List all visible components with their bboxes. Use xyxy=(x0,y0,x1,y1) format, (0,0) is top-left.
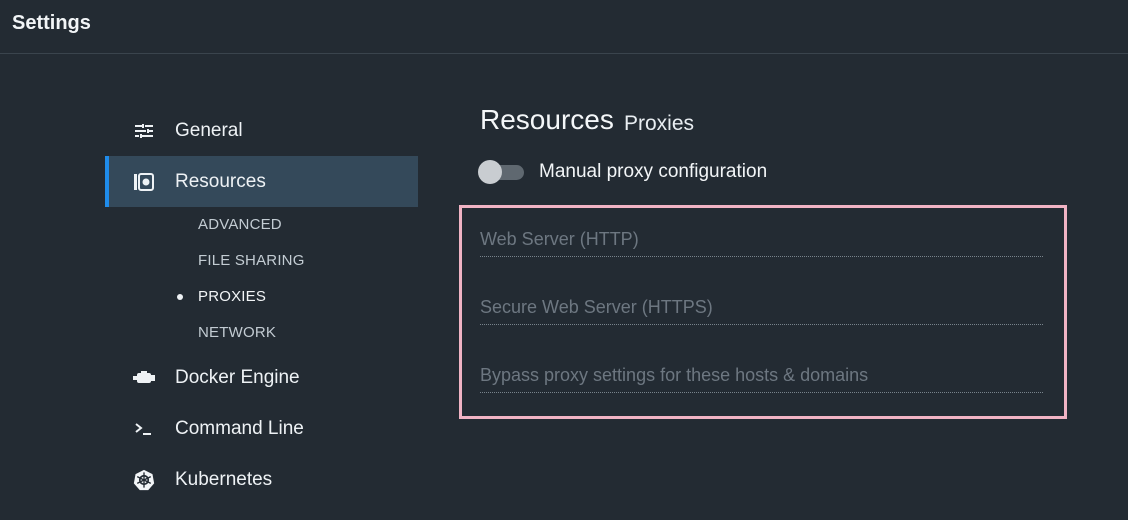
subnav-item-advanced[interactable]: ADVANCED xyxy=(198,216,282,233)
toggle-knob xyxy=(478,160,502,184)
terminal-icon xyxy=(133,418,155,440)
docker-engine-icon xyxy=(133,367,155,389)
resources-icon xyxy=(133,171,155,193)
window-title: Settings xyxy=(12,12,91,34)
https-proxy-field xyxy=(480,291,1043,325)
subnav-item-proxies[interactable]: PROXIES xyxy=(198,288,266,305)
selected-bullet-icon xyxy=(177,294,183,300)
page-title: Resources xyxy=(480,104,614,135)
sidebar-item-kubernetes[interactable]: Kubernetes xyxy=(105,454,418,505)
sidebar-item-command-line[interactable]: Command Line xyxy=(105,403,418,454)
sliders-icon xyxy=(133,120,155,142)
sidebar-item-label: Resources xyxy=(175,170,266,192)
manual-proxy-toggle[interactable] xyxy=(478,160,524,184)
kubernetes-helm-icon xyxy=(133,469,155,491)
sidebar-item-label: General xyxy=(175,119,243,141)
bypass-proxy-input[interactable] xyxy=(480,359,1043,392)
sidebar-item-label: Kubernetes xyxy=(175,468,273,490)
sidebar-item-docker-engine[interactable]: Docker Engine xyxy=(105,352,418,403)
manual-proxy-label: Manual proxy configuration xyxy=(539,161,768,182)
subnav-item-file-sharing[interactable]: FILE SHARING xyxy=(198,252,305,269)
sidebar-item-label: Command Line xyxy=(175,417,304,439)
sidebar-item-resources[interactable]: Resources xyxy=(105,156,418,207)
bypass-proxy-field xyxy=(480,359,1043,393)
http-proxy-input[interactable] xyxy=(480,223,1043,256)
http-proxy-field xyxy=(480,223,1043,257)
https-proxy-input[interactable] xyxy=(480,291,1043,324)
sidebar-item-general[interactable]: General xyxy=(105,105,418,156)
subnav-item-network[interactable]: NETWORK xyxy=(198,324,276,341)
title-bar: Settings xyxy=(0,0,1128,54)
page-subtitle: Proxies xyxy=(624,112,695,135)
sidebar-item-label: Docker Engine xyxy=(175,366,300,388)
